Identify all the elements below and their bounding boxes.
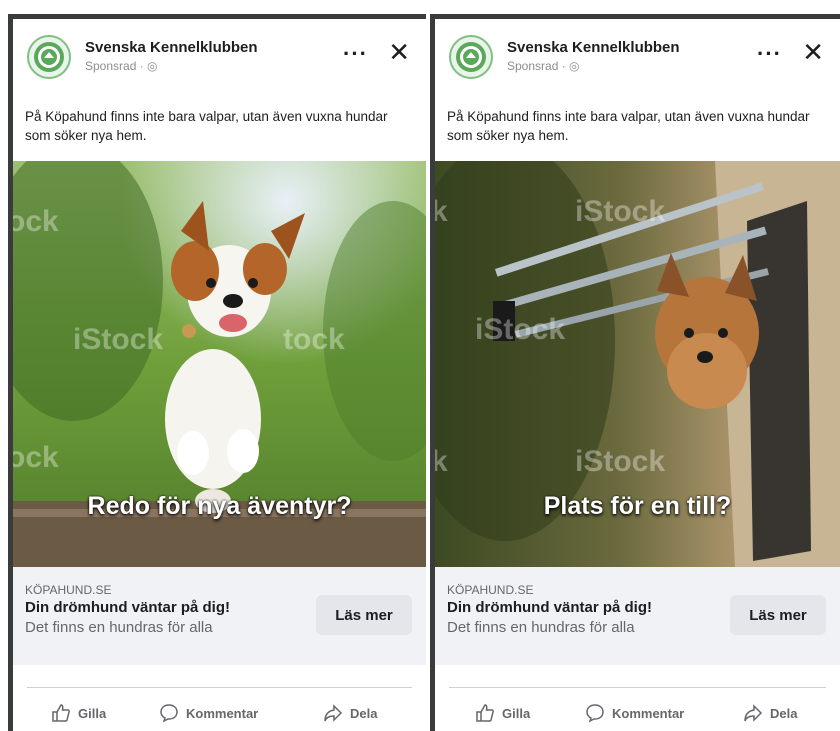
share-label: Dela [350, 705, 378, 721]
watermark: ock [13, 441, 59, 474]
link-preview[interactable]: KÖPAHUND.SE Din drömhund väntar på dig! … [435, 567, 840, 665]
link-domain: KÖPAHUND.SE [447, 583, 534, 597]
close-icon[interactable]: ✕ [388, 37, 410, 68]
comment-label: Kommentar [186, 705, 259, 721]
share-icon [744, 704, 763, 722]
sponsored-label: Sponsrad · ◎ [85, 59, 158, 73]
comment-button[interactable]: Kommentar [585, 699, 684, 727]
share-icon [324, 704, 343, 722]
read-more-button[interactable]: Läs mer [316, 595, 412, 635]
ad-header: Svenska Kennelklubben Sponsrad · ◎ ··· ✕ [27, 33, 416, 85]
ad-header: Svenska Kennelklubben Sponsrad · ◎ ··· ✕ [449, 33, 830, 85]
ad-frame-1: Svenska Kennelklubben Sponsrad · ◎ ··· ✕… [8, 14, 426, 731]
more-icon[interactable]: ··· [343, 41, 368, 67]
link-headline: Din drömhund väntar på dig! [25, 599, 230, 616]
like-icon [476, 704, 494, 722]
like-label: Gilla [502, 705, 531, 721]
link-description: Det finns en hundras för alla [25, 619, 213, 636]
globe-icon: ◎ [147, 59, 158, 73]
ad-image[interactable]: ock iStock tock ock Redo för nya äventyr… [13, 161, 426, 567]
kennel-logo-icon[interactable] [27, 35, 71, 79]
ad-frame-2: Svenska Kennelklubben Sponsrad · ◎ ··· ✕… [430, 14, 840, 731]
action-bar: Gilla Kommentar Dela [435, 695, 840, 731]
image-caption: Redo för nya äventyr? [87, 492, 352, 520]
link-preview[interactable]: KÖPAHUND.SE Din drömhund väntar på dig! … [13, 567, 426, 665]
like-label: Gilla [78, 705, 107, 721]
link-description: Det finns en hundras för alla [447, 619, 635, 636]
kennel-logo-icon[interactable] [449, 35, 493, 79]
share-button[interactable]: Dela [743, 699, 797, 727]
close-icon[interactable]: ✕ [802, 37, 824, 68]
read-more-button[interactable]: Läs mer [730, 595, 826, 635]
globe-icon: ◎ [569, 59, 580, 73]
ad-card: Svenska Kennelklubben Sponsrad · ◎ ··· ✕… [435, 19, 840, 731]
link-headline: Din drömhund väntar på dig! [447, 599, 652, 616]
share-button[interactable]: Dela [323, 699, 377, 727]
action-bar: Gilla Kommentar Dela [13, 695, 426, 731]
divider [449, 687, 826, 688]
watermark: k [435, 445, 448, 478]
comment-button[interactable]: Kommentar [159, 699, 258, 727]
ad-card: Svenska Kennelklubben Sponsrad · ◎ ··· ✕… [13, 19, 426, 731]
image-caption: Plats för en till? [543, 492, 732, 520]
page-name[interactable]: Svenska Kennelklubben [507, 39, 680, 56]
ad-text: På Köpahund finns inte bara valpar, utan… [447, 109, 810, 143]
more-icon[interactable]: ··· [757, 41, 782, 67]
watermark: iStock [475, 313, 566, 346]
comment-icon [586, 704, 604, 723]
ad-text: På Köpahund finns inte bara valpar, utan… [25, 109, 388, 143]
sponsored-label: Sponsrad · ◎ [507, 59, 580, 73]
watermark: iStock [73, 323, 164, 356]
watermark: k [435, 195, 448, 228]
like-button[interactable]: Gilla [475, 699, 530, 727]
comment-label: Kommentar [612, 705, 685, 721]
watermark: iStock [575, 445, 666, 478]
ad-image[interactable]: k iStock iStock k iStock Plats för en ti… [435, 161, 840, 567]
share-label: Dela [770, 705, 798, 721]
page-name[interactable]: Svenska Kennelklubben [85, 39, 258, 56]
divider [27, 687, 412, 688]
watermark: iStock [575, 195, 666, 228]
comment-icon [160, 704, 178, 723]
link-domain: KÖPAHUND.SE [25, 583, 112, 597]
like-icon [52, 704, 70, 722]
like-button[interactable]: Gilla [51, 699, 106, 727]
watermark: tock [283, 323, 345, 356]
watermark: ock [13, 205, 59, 238]
